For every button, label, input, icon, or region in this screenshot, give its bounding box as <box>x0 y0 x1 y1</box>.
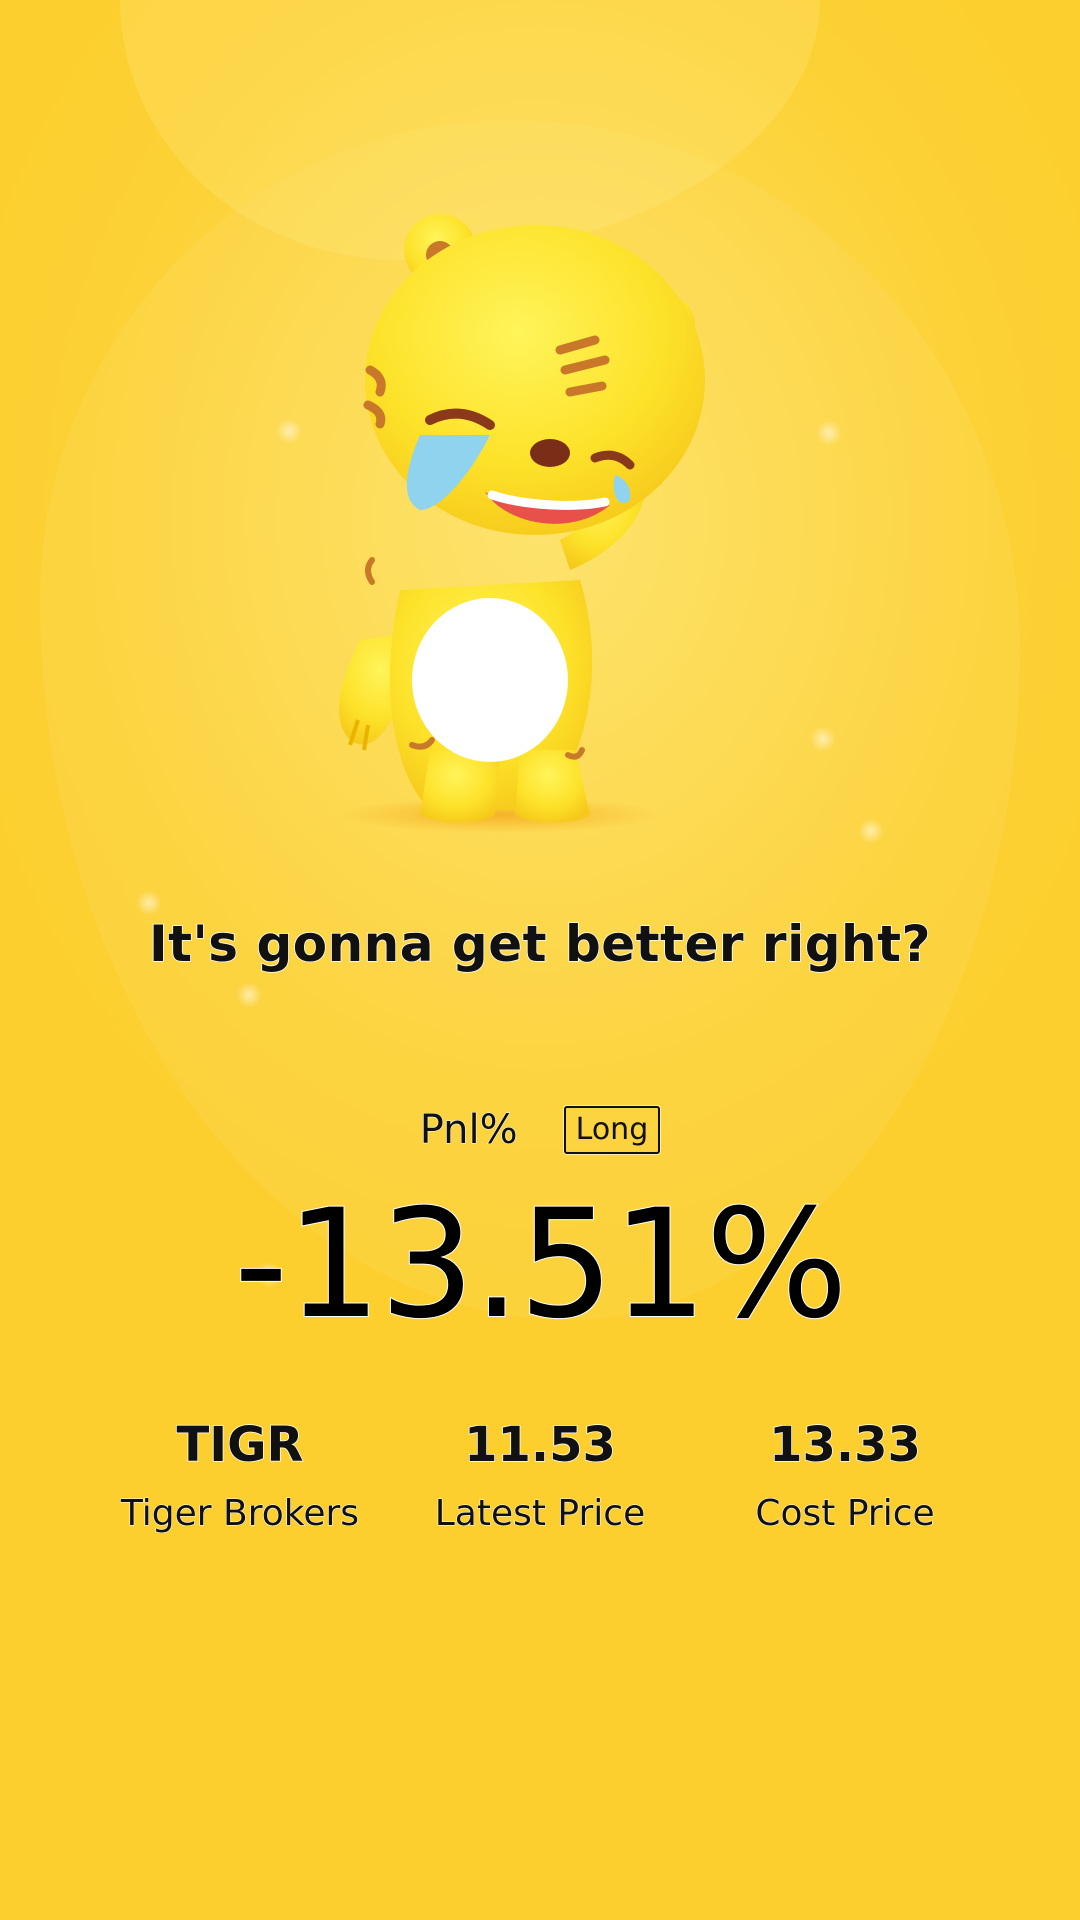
stat-cost-price: 13.33 Cost Price <box>685 1410 1005 1544</box>
stat-latest-price: 11.53 Latest Price <box>380 1410 700 1544</box>
sparkle-dot <box>136 890 162 916</box>
cost-price-value: 13.33 <box>768 1416 921 1474</box>
pnl-percentage-value: -13.51% <box>233 1178 849 1352</box>
encouragement-message: It's gonna get better right? <box>148 914 932 974</box>
company-name: Tiger Brokers <box>120 1493 360 1535</box>
sparkle-dot <box>858 818 884 844</box>
sparkle-dot <box>816 420 842 446</box>
sparkle-dot <box>810 726 836 752</box>
pnl-header: Pnl% Long <box>0 1100 1080 1160</box>
crying-tiger-mascot <box>320 210 800 850</box>
position-direction-badge: Long <box>563 1106 661 1154</box>
cost-price-label: Cost Price <box>755 1493 935 1535</box>
ticker-symbol: TIGR <box>176 1416 304 1474</box>
sparkle-dot <box>276 418 302 444</box>
latest-price-label: Latest Price <box>434 1493 646 1535</box>
pnl-label: Pnl% <box>419 1107 518 1154</box>
stat-ticker: TIGR Tiger Brokers <box>80 1410 400 1544</box>
sparkle-dot <box>236 982 262 1008</box>
latest-price-value: 11.53 <box>463 1416 616 1474</box>
